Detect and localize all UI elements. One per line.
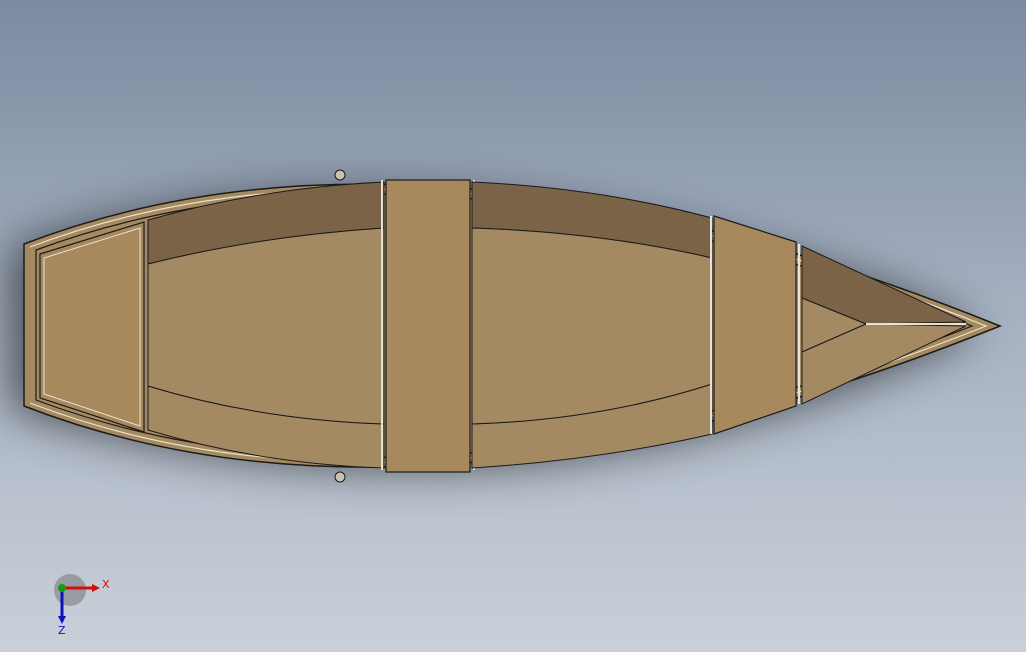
- bow-seat[interactable]: [713, 215, 797, 435]
- oarlock-starboard[interactable]: [334, 471, 346, 483]
- front-floor: [471, 227, 713, 425]
- z-axis-label: Z: [58, 624, 66, 637]
- boat-model[interactable]: [0, 0, 1026, 652]
- reference-triad: X Z: [54, 574, 110, 637]
- middle-seat[interactable]: [385, 179, 471, 473]
- graphics-viewport[interactable]: X Z: [0, 0, 1026, 652]
- x-axis-arrowhead: [92, 584, 100, 592]
- z-axis-arrowhead: [58, 616, 66, 624]
- rear-floor: [147, 227, 385, 425]
- oarlock-port[interactable]: [334, 169, 346, 181]
- x-axis-label: X: [102, 578, 110, 591]
- y-axis-dot: [58, 584, 66, 592]
- stern-seat[interactable]: [39, 221, 145, 433]
